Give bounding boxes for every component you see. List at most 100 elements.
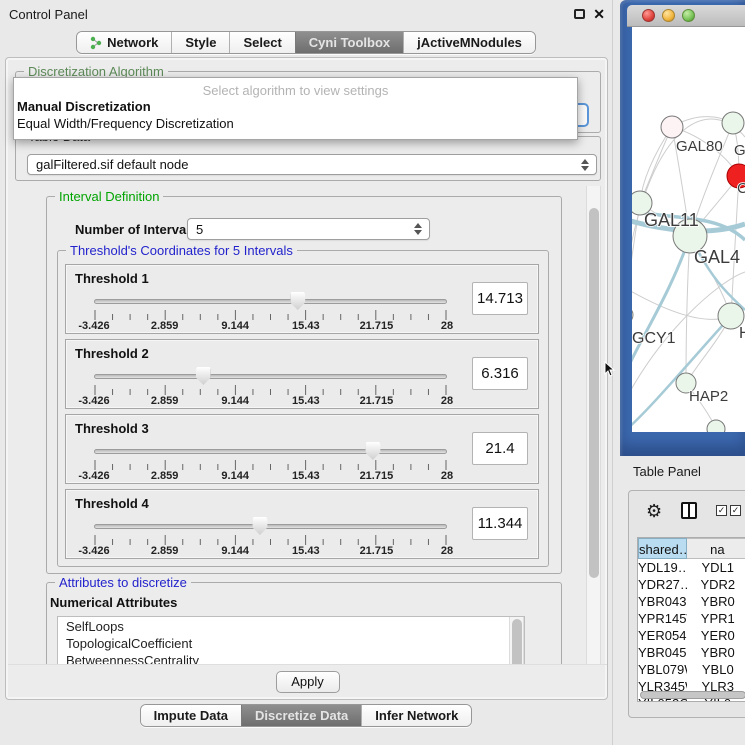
panel-scrollbar[interactable] <box>586 186 601 664</box>
tick-label: 2.859 <box>151 545 179 557</box>
slider-tick-labels: -3.426 2.859 9.144 15.43 21.715 28 <box>94 545 447 558</box>
tab-network-label: Network <box>107 35 158 50</box>
tab-jactivemnodules[interactable]: jActiveMNodules <box>403 32 535 53</box>
table-data-combobox[interactable]: galFiltered.sif default node <box>27 154 597 175</box>
cell[interactable]: YBR0 <box>687 644 745 661</box>
node-label-gcy1: GCY1 <box>632 330 676 347</box>
column-header-shared-name[interactable]: shared… <box>638 538 687 559</box>
column-header-name[interactable]: na <box>687 538 745 559</box>
tab-infer-network-label: Infer Network <box>375 708 458 723</box>
node[interactable] <box>707 420 725 432</box>
table-row[interactable]: YPR145WYPR1 <box>638 610 745 627</box>
table-row[interactable]: YBR043CYBR0 <box>638 593 745 610</box>
table-row[interactable]: YER054CYER0 <box>638 627 745 644</box>
tick-label: 15.43 <box>292 545 320 557</box>
algorithm-option-manual[interactable]: Manual Discretization <box>14 98 577 115</box>
slider-thumb[interactable] <box>252 517 267 535</box>
zoom-traffic-light[interactable] <box>682 9 695 22</box>
list-item[interactable]: TopologicalCoefficient <box>58 636 524 651</box>
slider-track[interactable] <box>94 449 447 454</box>
node-gcy1[interactable] <box>632 306 633 324</box>
scrollbar-thumb[interactable] <box>512 619 522 664</box>
columns-icon[interactable] <box>681 502 697 519</box>
cell[interactable]: YDR27… <box>638 576 687 593</box>
checkbox-icon[interactable]: ✓ <box>730 505 741 516</box>
network-canvas[interactable]: GAL80 G C GAL11 GAL4 GCY1 H HAP2 <box>632 27 745 432</box>
list-item[interactable]: SelfLoops <box>58 619 524 634</box>
apply-button[interactable]: Apply <box>276 671 340 693</box>
numerical-attributes-list: SelfLoops TopologicalCoefficient Between… <box>57 616 525 664</box>
threshold-3-slider[interactable]: -3.426 2.859 9.144 15.43 21.715 28 <box>94 441 447 485</box>
cell[interactable]: YER0 <box>687 627 745 644</box>
gear-icon[interactable]: ⚙ <box>646 500 662 522</box>
float-window-icon[interactable] <box>574 9 585 19</box>
cell[interactable]: YBL0 <box>687 661 745 678</box>
interval-definition-group: Interval Definition Number of Intervals … <box>46 196 562 574</box>
threshold-2-value-field[interactable]: 6.316 <box>472 357 528 390</box>
cell[interactable]: YBR043C <box>638 593 687 610</box>
horizontal-scrollbar[interactable] <box>640 691 745 699</box>
tab-impute-data-label: Impute Data <box>154 708 228 723</box>
network-view-window: GAL80 G C GAL11 GAL4 GCY1 H HAP2 <box>620 0 745 456</box>
algorithm-dropdown-popup: Select algorithm to view settings Manual… <box>13 77 578 140</box>
tab-impute-data[interactable]: Impute Data <box>141 705 241 726</box>
close-icon[interactable]: ✕ <box>593 6 605 23</box>
table-data-group: Table Data galFiltered.sif default node <box>15 136 601 181</box>
threshold-4-value-field[interactable]: 11.344 <box>472 507 528 540</box>
threshold-3-value-field[interactable]: 21.4 <box>472 432 528 465</box>
cell[interactable]: YPR145W <box>638 610 687 627</box>
cell[interactable]: YDR2 <box>687 576 745 593</box>
table-row[interactable]: YBL079WYBL0 <box>638 661 745 678</box>
slider-thumb[interactable] <box>365 442 380 460</box>
node-label-gal4: GAL4 <box>694 247 740 267</box>
slider-thumb[interactable] <box>196 367 211 385</box>
list-scrollbar[interactable] <box>509 617 524 664</box>
tab-discretize-data-label: Discretize Data <box>255 708 348 723</box>
threshold-1-slider[interactable]: -3.426 2.859 9.144 15.43 21.715 28 <box>94 291 447 335</box>
close-traffic-light[interactable] <box>642 9 655 22</box>
tick-label: 2.859 <box>151 470 179 482</box>
table-row[interactable]: YDR27…YDR2 <box>638 576 745 593</box>
cell[interactable]: YBR0 <box>687 593 745 610</box>
slider-tick-labels: -3.426 2.859 9.144 15.43 21.715 28 <box>94 470 447 483</box>
tab-infer-network[interactable]: Infer Network <box>361 705 471 726</box>
threshold-2-slider[interactable]: -3.426 2.859 9.144 15.43 21.715 28 <box>94 366 447 410</box>
cell[interactable]: YDL1 <box>687 559 745 576</box>
threshold-panel-4: Threshold 4 -3.426 2.859 9.144 15.43 <box>65 489 539 559</box>
cell[interactable]: YER054C <box>638 627 687 644</box>
number-of-intervals-spinner[interactable]: 5 <box>187 218 430 240</box>
network-window-titlebar[interactable] <box>627 5 745 27</box>
minimize-traffic-light[interactable] <box>662 9 675 22</box>
scrollbar-thumb[interactable] <box>589 208 599 578</box>
slider-ticks <box>94 310 447 320</box>
node[interactable] <box>722 112 744 134</box>
list-item[interactable]: BetweennessCentrality <box>58 653 524 664</box>
tick-label: 9.144 <box>221 320 249 332</box>
cell[interactable]: YPR1 <box>687 610 745 627</box>
tick-label: 28 <box>441 470 453 482</box>
top-tab-bar: Network Style Select Cyni Toolbox jActiv… <box>0 31 612 54</box>
cell[interactable]: YBR045C <box>638 644 687 661</box>
tab-discretize-data[interactable]: Discretize Data <box>241 705 361 726</box>
tab-network[interactable]: Network <box>77 32 171 53</box>
tick-label: 15.43 <box>292 320 320 332</box>
slider-track[interactable] <box>94 299 447 304</box>
tab-cyni-toolbox[interactable]: Cyni Toolbox <box>295 32 403 53</box>
threshold-4-label: Threshold 4 <box>75 496 149 511</box>
algorithm-option-equal-width[interactable]: Equal Width/Frequency Discretization <box>14 115 577 132</box>
checkbox-icon[interactable]: ✓ <box>716 505 727 516</box>
table-row[interactable]: YDL19…YDL1 <box>638 559 745 576</box>
threshold-1-value-field[interactable]: 14.713 <box>472 282 528 315</box>
slider-thumb[interactable] <box>290 292 305 310</box>
table-row[interactable]: YBR045CYBR0 <box>638 644 745 661</box>
threshold-4-slider[interactable]: -3.426 2.859 9.144 15.43 21.715 28 <box>94 516 447 560</box>
cell[interactable]: YBL079W <box>638 661 687 678</box>
tab-select[interactable]: Select <box>229 32 294 53</box>
slider-track[interactable] <box>94 374 447 379</box>
node-gal80[interactable] <box>661 116 683 138</box>
tab-style[interactable]: Style <box>171 32 229 53</box>
slider-track[interactable] <box>94 524 447 529</box>
control-panel-window: Control Panel ✕ Network Style Select Cyn… <box>0 0 613 745</box>
tab-select-label: Select <box>243 35 281 50</box>
cell[interactable]: YDL19… <box>638 559 687 576</box>
